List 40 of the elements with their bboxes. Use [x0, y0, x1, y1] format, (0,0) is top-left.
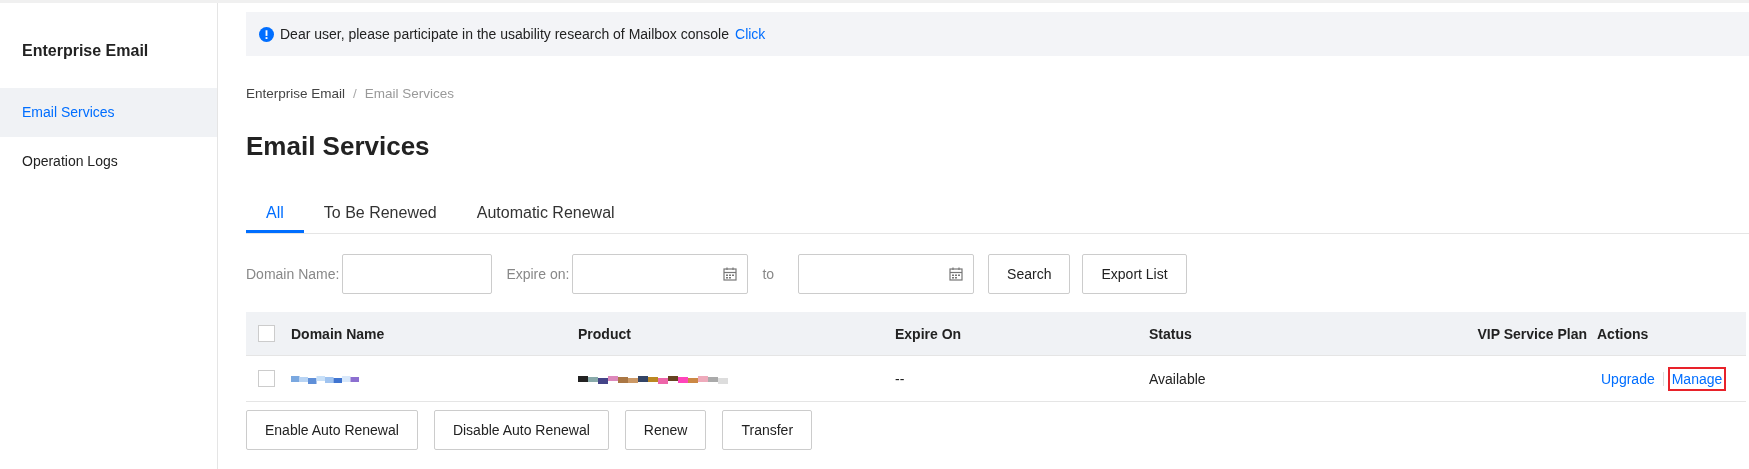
- column-header: Expire On: [895, 325, 963, 342]
- date-field[interactable]: [572, 254, 749, 294]
- column-header: Status: [1149, 325, 1193, 342]
- tab[interactable]: To Be Renewed: [303, 196, 457, 233]
- action-button[interactable]: Disable Auto Renewal: [433, 410, 609, 450]
- blurred-text-drawing: [291, 373, 359, 384]
- tab[interactable]: All: [246, 196, 304, 233]
- info-icon: [259, 26, 274, 42]
- export-button[interactable]: Export List: [1082, 254, 1187, 294]
- breadcrumb-separator: /: [353, 85, 357, 101]
- field-label: Domain Name:: [246, 266, 340, 282]
- action-link[interactable]: Manage: [1667, 366, 1727, 391]
- action-button[interactable]: Transfer: [722, 410, 813, 450]
- table-cell-text: --: [895, 370, 906, 387]
- notice-text: Dear user, please participate in the usability research of Mailbox console: [280, 26, 730, 42]
- sidebar-title: Enterprise Email: [21, 41, 150, 61]
- action-link[interactable]: Upgrade: [1597, 366, 1659, 391]
- table-cell-text: Available: [1149, 370, 1207, 387]
- field-label: to: [762, 266, 775, 282]
- click-link[interactable]: Click: [735, 26, 766, 42]
- calendar-icon: [723, 267, 738, 281]
- column-header: Actions: [1597, 325, 1650, 342]
- checkbox[interactable]: [258, 325, 275, 342]
- domain-name-field[interactable]: [342, 254, 493, 294]
- column-header: Domain Name: [291, 325, 386, 342]
- breadcrumb-item: Email Services: [364, 85, 455, 101]
- action-button[interactable]: Enable Auto Renewal: [246, 410, 418, 450]
- date-field[interactable]: [798, 254, 975, 294]
- checkbox[interactable]: [258, 370, 275, 387]
- sidebar-item[interactable]: Operation Logs: [0, 137, 217, 186]
- breadcrumb-item[interactable]: Enterprise Email: [246, 85, 346, 101]
- action-button[interactable]: Renew: [624, 410, 707, 450]
- column-header: Product: [578, 325, 632, 342]
- column-header: VIP Service Plan: [1476, 325, 1588, 342]
- calendar-icon: [949, 267, 964, 281]
- tab[interactable]: Automatic Renewal: [456, 196, 635, 233]
- page-title: Email Services: [246, 130, 431, 162]
- field-label: Expire on:: [506, 266, 570, 282]
- sidebar-item[interactable]: Email Services: [0, 88, 217, 137]
- search-button[interactable]: Search: [988, 254, 1071, 294]
